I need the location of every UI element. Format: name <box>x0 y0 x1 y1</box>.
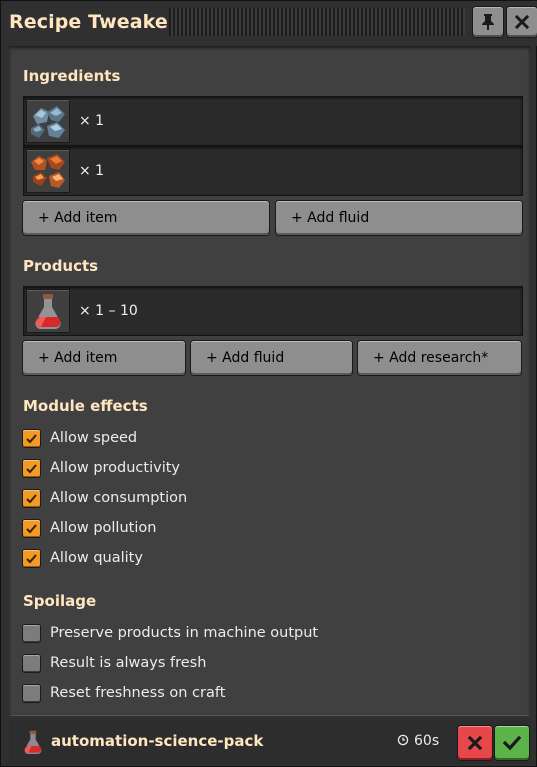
module-effects-heading: Module effects <box>23 397 148 415</box>
pin-button[interactable] <box>473 7 503 37</box>
checkmark-icon <box>26 434 37 444</box>
pin-icon <box>482 14 494 30</box>
checkbox-label: Allow consumption <box>50 490 188 506</box>
ingredient-row[interactable]: × 1 <box>23 146 523 196</box>
cancel-button[interactable] <box>458 726 492 760</box>
automation-science-pack-icon <box>35 294 61 329</box>
ingredient-amount: × 1 <box>79 163 105 179</box>
ingredient-amount: × 1 <box>79 113 105 129</box>
close-icon <box>514 14 530 30</box>
allow-speed-checkbox[interactable]: Allow speed <box>23 428 423 450</box>
checkbox-label: Allow pollution <box>50 520 157 536</box>
reset-freshness-checkbox[interactable]: Reset freshness on craft <box>23 683 423 705</box>
add-research-button[interactable]: + Add research* <box>358 341 521 375</box>
checkbox-label: Allow speed <box>50 430 138 446</box>
checkmark-icon <box>26 464 37 474</box>
checkbox-checked[interactable] <box>23 550 40 567</box>
checkbox-checked[interactable] <box>23 430 40 447</box>
cancel-icon <box>467 735 483 751</box>
add-ingredient-item-button[interactable]: + Add item <box>23 201 269 235</box>
checkmark-icon <box>26 554 37 564</box>
checkbox-unchecked[interactable] <box>23 655 40 672</box>
allow-pollution-checkbox[interactable]: Allow pollution <box>23 518 423 540</box>
craft-time-value: 60s <box>414 733 440 749</box>
iron-ore-icon <box>31 106 65 138</box>
confirm-button[interactable] <box>495 726 529 760</box>
checkbox-checked[interactable] <box>23 520 40 537</box>
checkbox-label: Reset freshness on craft <box>50 685 226 701</box>
allow-productivity-checkbox[interactable]: Allow productivity <box>23 458 423 480</box>
product-amount: × 1 – 10 <box>79 303 138 319</box>
product-slot[interactable] <box>26 289 70 333</box>
always-fresh-checkbox[interactable]: Result is always fresh <box>23 653 423 675</box>
checkbox-label: Allow productivity <box>50 460 180 476</box>
close-button[interactable] <box>507 7 537 37</box>
allow-quality-checkbox[interactable]: Allow quality <box>23 548 423 570</box>
checkmark-icon <box>26 494 37 504</box>
checkbox-label: Allow quality <box>50 550 143 566</box>
add-ingredient-fluid-button[interactable]: + Add fluid <box>276 201 522 235</box>
preserve-products-checkbox[interactable]: Preserve products in machine output <box>23 623 423 645</box>
checkbox-checked[interactable] <box>23 460 40 477</box>
products-heading: Products <box>23 257 99 275</box>
add-product-item-button[interactable]: + Add item <box>23 341 185 375</box>
checkbox-unchecked[interactable] <box>23 625 40 642</box>
title-bar: Recipe Tweaker <box>1 1 537 46</box>
automation-science-pack-icon <box>24 730 42 754</box>
checkmark-icon <box>26 524 37 534</box>
copper-ore-icon <box>31 154 65 188</box>
checkbox-label: Preserve products in machine output <box>50 625 319 641</box>
window-title: Recipe Tweaker <box>9 11 178 33</box>
product-row[interactable]: × 1 – 10 <box>23 286 523 336</box>
ingredient-slot[interactable] <box>26 99 70 143</box>
drag-handle[interactable] <box>169 8 465 36</box>
footer-bar: automation-science-pack 60s <box>9 720 530 764</box>
confirm-icon <box>503 735 521 751</box>
spoilage-heading: Spoilage <box>23 592 97 610</box>
add-product-fluid-button[interactable]: + Add fluid <box>191 341 352 375</box>
checkbox-checked[interactable] <box>23 490 40 507</box>
checkbox-label: Result is always fresh <box>50 655 207 671</box>
clock-icon <box>397 734 409 746</box>
craft-time: 60s <box>397 733 439 749</box>
allow-consumption-checkbox[interactable]: Allow consumption <box>23 488 423 510</box>
recipe-name: automation-science-pack <box>51 732 264 750</box>
ingredient-slot[interactable] <box>26 149 70 193</box>
checkbox-unchecked[interactable] <box>23 685 40 702</box>
recipe-tweaker-window: Recipe Tweaker Ingredients × 1 × 1 + Add… <box>0 0 537 767</box>
ingredients-heading: Ingredients <box>23 67 121 85</box>
ingredient-row[interactable]: × 1 <box>23 96 523 146</box>
